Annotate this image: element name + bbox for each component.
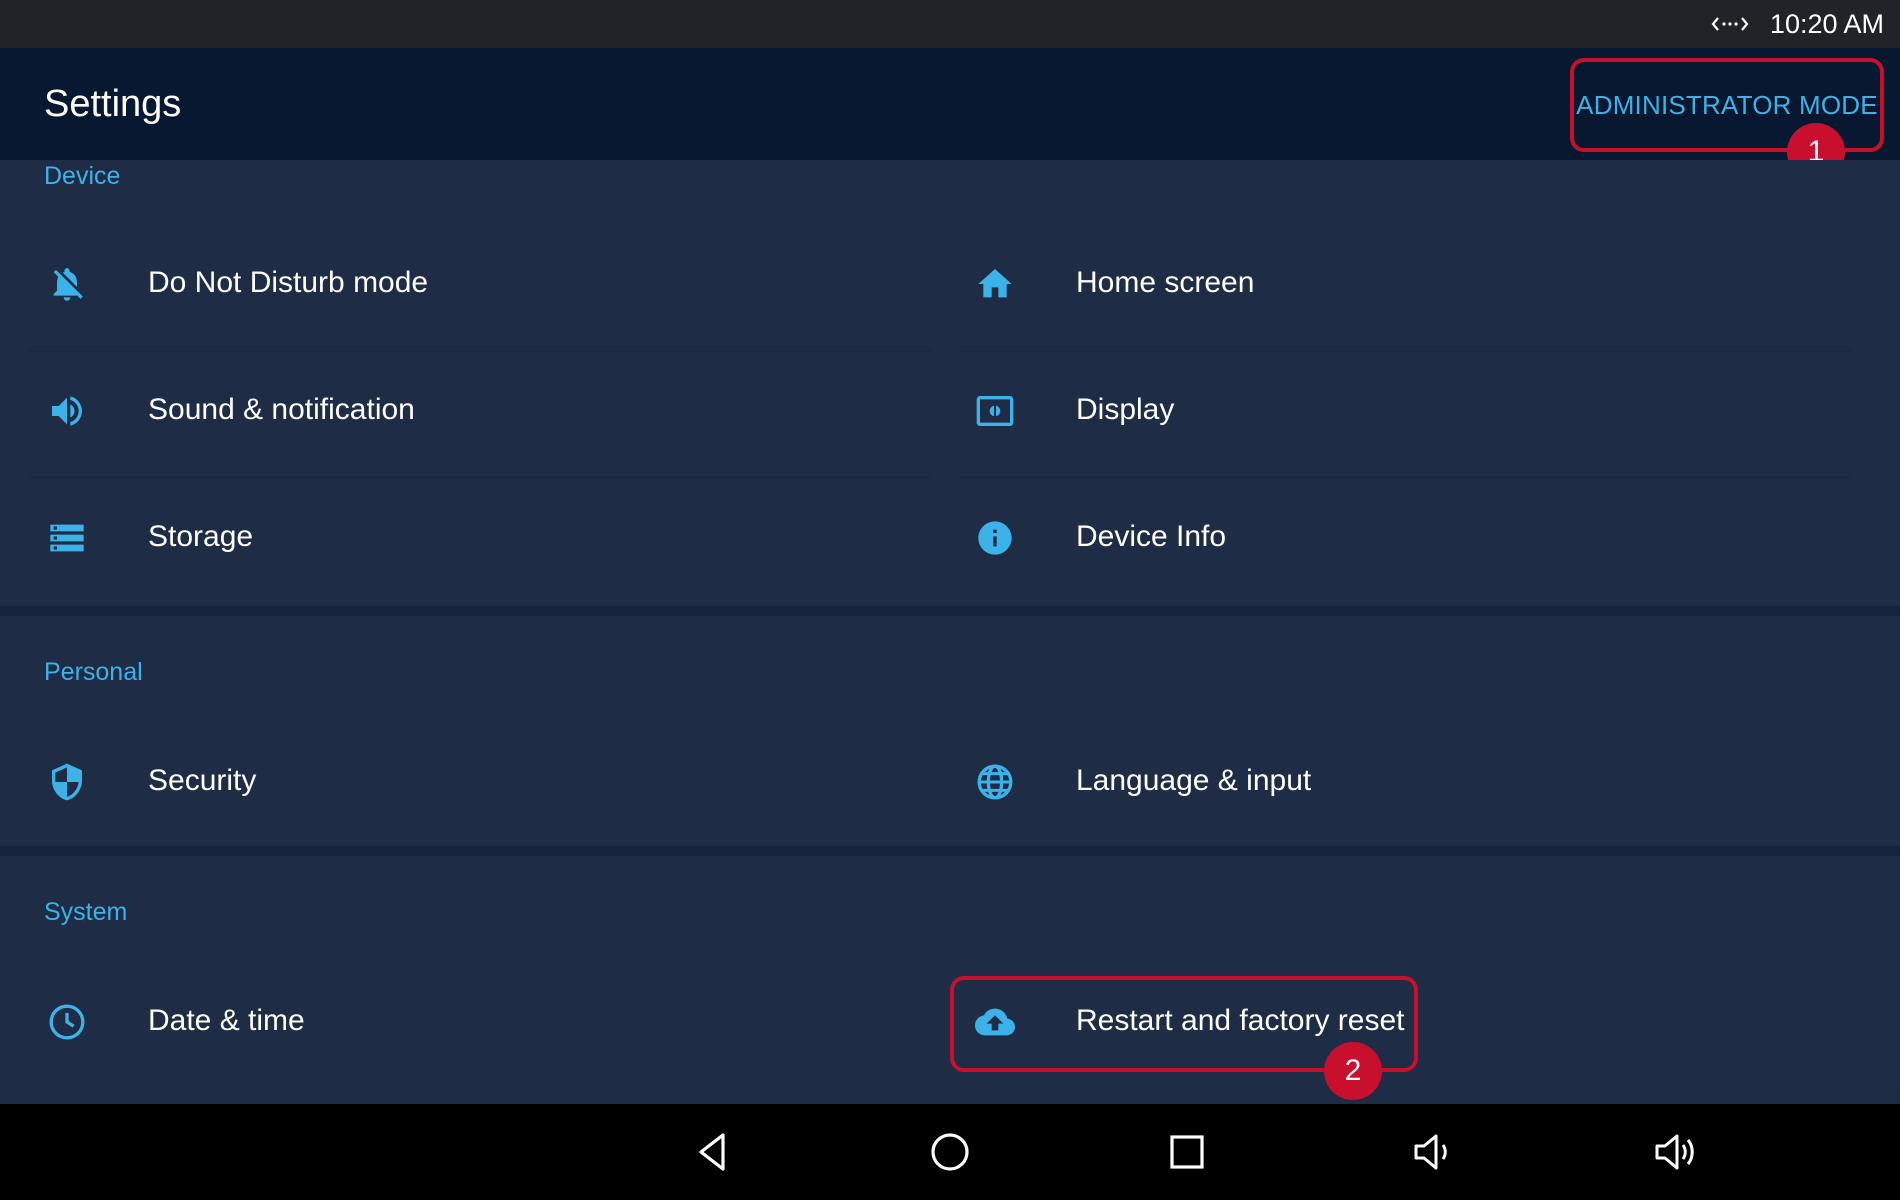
recents-icon[interactable]	[1157, 1124, 1217, 1180]
info-icon	[968, 518, 1022, 558]
settings-item-display[interactable]: Display	[928, 347, 1868, 473]
navigation-bar	[0, 1104, 1900, 1200]
settings-item-language-input[interactable]: Language & input	[928, 718, 1868, 844]
storage-icon	[40, 518, 94, 558]
speaker-icon	[40, 391, 94, 431]
globe-icon	[968, 762, 1022, 802]
section-header-personal: Personal	[44, 658, 143, 686]
item-label: Sound & notification	[148, 393, 415, 426]
status-time: 10:20 AM	[1769, 9, 1884, 39]
device-section: Device Do Not Disturb mode Home screen S…	[0, 160, 1900, 606]
settings-item-security[interactable]: Security	[0, 718, 940, 844]
clock-icon	[40, 1002, 94, 1042]
item-label: Language & input	[1076, 764, 1312, 797]
volume-down-icon[interactable]	[1404, 1124, 1464, 1180]
page-title: Settings	[44, 83, 182, 125]
settings-item-sound-notification[interactable]: Sound & notification	[0, 347, 940, 473]
home-icon	[968, 264, 1022, 304]
item-label: Storage	[148, 520, 254, 553]
settings-item-home-screen[interactable]: Home screen	[928, 220, 1868, 346]
volume-up-icon[interactable]	[1645, 1124, 1705, 1180]
settings-item-date-time[interactable]: Date & time	[0, 958, 940, 1084]
settings-item-storage[interactable]: Storage	[0, 474, 940, 600]
settings-item-device-info[interactable]: Device Info	[928, 474, 1868, 600]
section-header-system: System	[44, 898, 128, 926]
home-circle-icon[interactable]	[920, 1124, 980, 1180]
network-arrows-icon	[1710, 12, 1750, 36]
display-icon	[968, 391, 1022, 431]
status-bar: 10:20 AM	[0, 0, 1900, 48]
item-label: Security	[148, 764, 257, 797]
back-icon[interactable]	[683, 1124, 743, 1180]
settings-item-do-not-disturb[interactable]: Do Not Disturb mode	[0, 220, 940, 346]
bell-off-icon	[40, 264, 94, 304]
item-label: Display	[1076, 393, 1175, 426]
item-label: Date & time	[148, 1004, 305, 1037]
callout-badge-2: 2	[1324, 1042, 1382, 1100]
personal-section: Personal Security Language & input	[0, 616, 1900, 846]
item-label: Home screen	[1076, 266, 1255, 299]
section-separator	[0, 846, 1900, 856]
shield-icon	[40, 762, 94, 802]
item-label: Do Not Disturb mode	[148, 266, 429, 299]
section-header-device: Device	[44, 162, 121, 190]
section-separator	[0, 606, 1900, 616]
item-label: Device Info	[1076, 520, 1227, 553]
